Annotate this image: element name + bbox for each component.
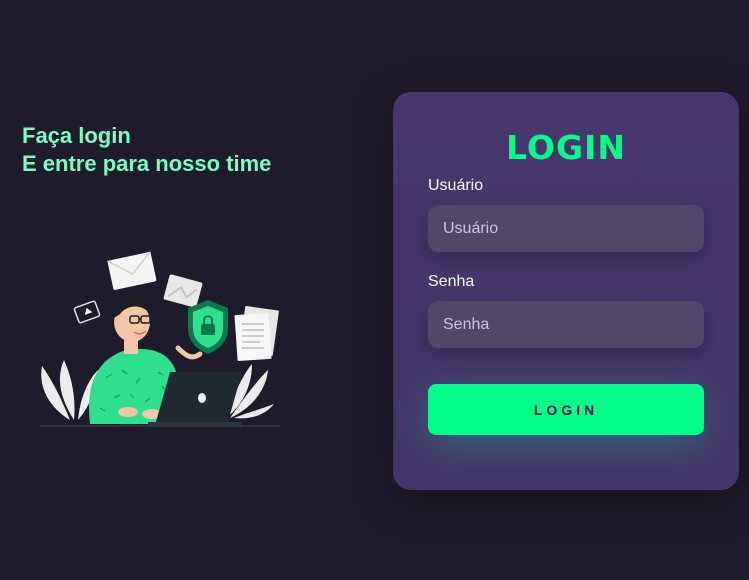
login-card: LOGIN Usuário Senha LOGIN [393,92,739,490]
envelope-icon [107,251,157,290]
left-panel: Faça login E entre para nosso time [0,0,390,580]
password-input[interactable] [428,301,704,348]
video-card-icon [73,300,101,324]
shield-lock-icon [188,300,228,354]
login-button[interactable]: LOGIN [428,384,704,435]
username-label: Usuário [428,177,484,194]
headline-line-1: Faça login [22,123,131,148]
headline-line-2: E entre para nosso time [22,151,272,176]
headline: Faça login E entre para nosso time [22,122,271,178]
image-card-icon [163,274,203,308]
login-illustration [40,251,280,427]
document-icon [234,305,279,362]
login-title: LOGIN [506,128,626,167]
username-input[interactable] [428,205,704,252]
password-label: Senha [428,273,475,290]
